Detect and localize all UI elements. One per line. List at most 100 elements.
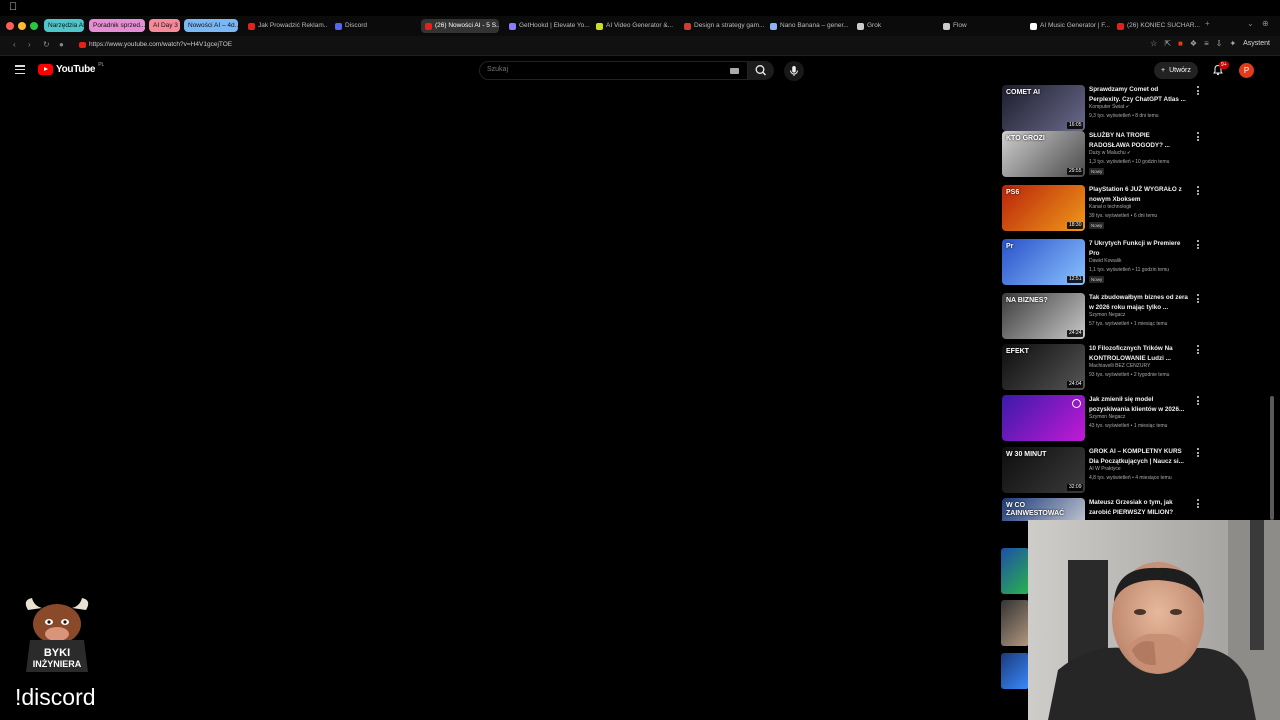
bookmark-star-icon[interactable]: ☆ [1150, 39, 1157, 48]
video-item[interactable]: Pr 12:51 7 Ukrytych Funkcji w Premiere Pro… [1001, 239, 1206, 289]
reading-list-icon[interactable]: ≡ [1204, 39, 1209, 48]
extension-red-icon[interactable]: ■ [1178, 39, 1183, 48]
video-item[interactable]: KTO GROZI 29:55 SŁUŻBY NA TROPIE RADOSŁAWA… [1001, 131, 1206, 181]
watch-later-clock-icon[interactable] [1072, 399, 1081, 408]
browser-tab[interactable]: Nano Banana – gener... [770, 19, 850, 33]
close-window-icon[interactable] [6, 22, 14, 30]
video-title[interactable]: PlayStation 6 JUŻ WYGRAŁO z nowym Xbokse… [1089, 185, 1191, 205]
video-title[interactable]: 10 Filozoficznych Trików Na KONTROLOWANI… [1089, 344, 1191, 364]
video-item[interactable]: NA BIZNES? 24:24 Tak zbudowałbym biznes od… [1001, 293, 1206, 343]
more-actions-icon[interactable] [1197, 186, 1200, 195]
video-thumbnail[interactable] [1002, 395, 1085, 441]
browser-tab[interactable]: (26) Nowości AI - 5 S... [421, 19, 499, 33]
logo-text-line-2: INŻYNIERA [32, 659, 82, 669]
video-item[interactable]: EFEKT 24:04 10 Filozoficznych Trików Na KO… [1001, 344, 1206, 394]
new-tab-button[interactable]: + [1205, 19, 1210, 28]
browser-tab[interactable]: Discord [335, 19, 405, 33]
tab-overflow-icon[interactable]: ⊕ [1262, 19, 1269, 28]
browser-tab[interactable]: (26) KONIEC SUCHAR... [1117, 19, 1202, 33]
youtube-logo[interactable]: YouTube PL [38, 62, 104, 75]
minimize-window-icon[interactable] [18, 22, 26, 30]
downloads-icon[interactable]: ⇩ [1216, 39, 1223, 48]
video-thumbnail[interactable]: PS6 18:30 [1002, 185, 1085, 231]
tab-favicon-icon [596, 22, 603, 30]
video-thumbnail[interactable] [1001, 653, 1029, 689]
channel-name[interactable]: Duży w Maluchu ✔ [1089, 150, 1131, 156]
browser-tab[interactable]: Design a strategy gam... [684, 19, 764, 33]
tab-group-chip[interactable]: Nowości AI – 4d... [184, 19, 238, 32]
more-actions-icon[interactable] [1197, 294, 1200, 303]
youtube-favicon-icon [79, 42, 86, 48]
video-thumbnail[interactable]: EFEKT 24:04 [1002, 344, 1085, 390]
video-item[interactable]: PS6 18:30 PlayStation 6 JUŻ WYGRAŁO z nowy… [1001, 185, 1206, 235]
more-actions-icon[interactable] [1197, 345, 1200, 354]
assistant-label[interactable]: Asystent [1243, 40, 1270, 47]
video-thumbnail[interactable]: W CO ZAINWESTOWAĆ [1002, 498, 1085, 521]
browser-tab[interactable]: Flow [943, 19, 1023, 33]
tab-favicon-icon [943, 22, 950, 30]
extensions-icon[interactable]: ❖ [1190, 39, 1197, 48]
channel-name[interactable]: Kanał o technologii [1089, 204, 1131, 210]
browser-tab[interactable]: Jak Prowadzić Reklam... [248, 19, 328, 33]
more-actions-icon[interactable] [1197, 132, 1200, 141]
video-title[interactable]: 7 Ukrytych Funkcji w Premiere Pro [1089, 239, 1191, 259]
channel-name[interactable]: Komputer Świat ✔ [1089, 104, 1129, 110]
video-title[interactable]: Mateusz Grzesiak o tym, jak zarobić PIER… [1089, 498, 1191, 518]
video-thumbnail[interactable] [1001, 600, 1029, 646]
more-actions-icon[interactable] [1197, 240, 1200, 249]
create-button[interactable]: + Utwórz [1154, 62, 1198, 79]
search-button[interactable] [748, 61, 774, 80]
maximize-window-icon[interactable] [30, 22, 38, 30]
account-avatar[interactable]: P [1239, 63, 1254, 78]
more-actions-icon[interactable] [1197, 448, 1200, 457]
youtube-play-icon [38, 64, 53, 75]
video-item[interactable]: W 30 MINUT 32:09 GROK AI – KOMPLETNY KURS … [1001, 447, 1206, 497]
video-thumbnail[interactable] [1001, 548, 1029, 594]
channel-name[interactable]: Szymon Negacz [1089, 414, 1125, 420]
browser-tab[interactable]: AI Music Generator | F... [1030, 19, 1110, 33]
channel-name[interactable]: Machiavelli BEZ CENZURY [1089, 363, 1150, 369]
video-thumbnail[interactable]: KTO GROZI 29:55 [1002, 131, 1085, 177]
reload-icon[interactable]: ↻ [43, 40, 50, 49]
tab-group-chip[interactable]: AI Day 3 [149, 19, 180, 32]
site-info-icon[interactable]: ● [59, 40, 64, 49]
assistant-icon[interactable]: ✦ [1229, 39, 1236, 48]
video-title[interactable]: Tak zbudowałbym biznes od zera w 2026 ro… [1089, 293, 1191, 313]
forward-icon[interactable]: › [28, 40, 31, 49]
back-icon[interactable]: ‹ [13, 40, 16, 49]
video-thumbnail[interactable]: Pr 12:51 [1002, 239, 1085, 285]
video-title[interactable]: Sprawdzamy Comet od Perplexity. Czy Chat… [1089, 85, 1191, 105]
url-field[interactable]: https://www.youtube.com/watch?v=H4V1gcej… [89, 41, 232, 48]
more-actions-icon[interactable] [1197, 396, 1200, 405]
video-item[interactable]: COMET AI 16:05 Sprawdzamy Comet od Perplex… [1001, 85, 1206, 135]
more-actions-icon[interactable] [1197, 499, 1200, 508]
video-title[interactable]: GROK AI – KOMPLETNY KURS Dla Początkując… [1089, 447, 1191, 467]
keyboard-icon[interactable] [730, 68, 739, 74]
video-title[interactable]: Jak zmienił się model pozyskiwania klien… [1089, 395, 1191, 415]
video-item[interactable]: Jak zmienił się model pozyskiwania klien… [1001, 395, 1206, 445]
channel-name[interactable]: Szymon Negacz [1089, 312, 1125, 318]
browser-tab[interactable]: Grok [857, 19, 937, 33]
video-thumbnail[interactable]: W 30 MINUT 32:09 [1002, 447, 1085, 493]
search-input[interactable]: Szukaj [479, 61, 748, 80]
video-title[interactable]: SŁUŻBY NA TROPIE RADOSŁAWA POGODY? ... [1089, 131, 1191, 151]
tab-group-chip[interactable]: Poradnik sprzed... [89, 19, 145, 32]
channel-name[interactable]: Dawid Kowalik [1089, 258, 1122, 264]
page-scrollbar[interactable] [1270, 396, 1274, 520]
tab-group-chip[interactable]: Narzędzia AI [44, 19, 84, 32]
tab-favicon-icon [335, 22, 342, 30]
tab-search-chevron-icon[interactable]: ⌄ [1247, 19, 1254, 28]
share-icon[interactable]: ⇱ [1164, 39, 1171, 48]
channel-name[interactable]: AI W Praktyce [1089, 466, 1121, 472]
video-item[interactable]: W CO ZAINWESTOWAĆ Mateusz Grzesiak o tym,… [1001, 498, 1206, 521]
voice-search-button[interactable] [784, 61, 804, 81]
browser-tab[interactable]: GetHookd | Elevate Yo... [509, 19, 591, 33]
browser-tab[interactable]: AI Video Generator &... [596, 19, 676, 33]
video-meta: 9,3 tys. wyświetleń • 8 dni temu [1089, 113, 1159, 119]
more-actions-icon[interactable] [1197, 86, 1200, 95]
video-thumbnail[interactable]: COMET AI 16:05 [1002, 85, 1085, 131]
apple-icon[interactable]:  [9, 1, 17, 13]
menu-hamburger-icon[interactable] [15, 65, 25, 74]
channel-name-text: Szymon Negacz [1089, 414, 1126, 420]
video-thumbnail[interactable]: NA BIZNES? 24:24 [1002, 293, 1085, 339]
